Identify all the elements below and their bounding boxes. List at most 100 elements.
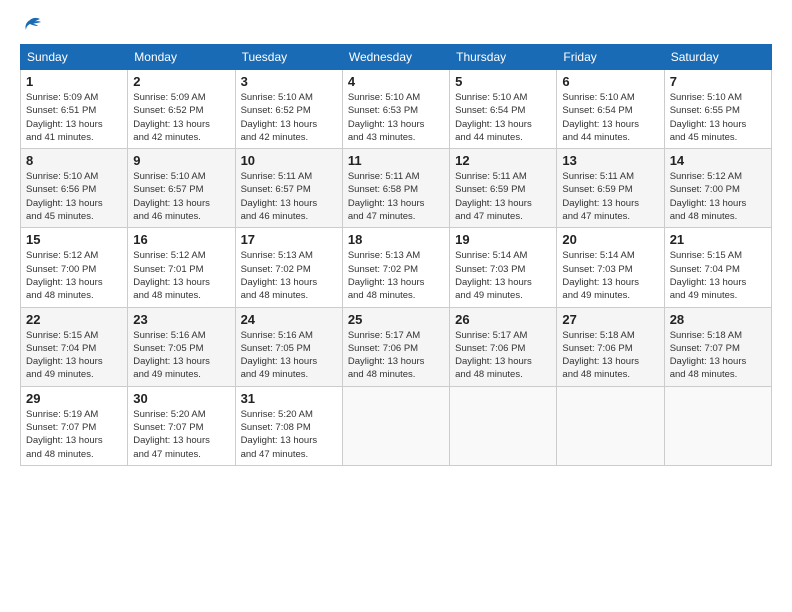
cell-date: 27: [562, 312, 658, 327]
calendar-week-3: 15 Sunrise: 5:12 AM Sunset: 7:00 PM Dayli…: [21, 228, 772, 307]
cell-info: Sunrise: 5:09 AM Sunset: 6:51 PM Dayligh…: [26, 91, 122, 144]
cell-info: Sunrise: 5:13 AM Sunset: 7:02 PM Dayligh…: [348, 249, 444, 302]
calendar-cell: 23 Sunrise: 5:16 AM Sunset: 7:05 PM Dayli…: [128, 307, 235, 386]
cell-date: 12: [455, 153, 551, 168]
cell-date: 7: [670, 74, 766, 89]
cell-date: 3: [241, 74, 337, 89]
cell-info: Sunrise: 5:09 AM Sunset: 6:52 PM Dayligh…: [133, 91, 229, 144]
cell-date: 2: [133, 74, 229, 89]
calendar-cell: 6Sunrise: 5:10 AM Sunset: 6:54 PM Daylig…: [557, 70, 664, 149]
calendar-week-1: 1 Sunrise: 5:09 AM Sunset: 6:51 PM Daylig…: [21, 70, 772, 149]
calendar-cell: 3 Sunrise: 5:10 AM Sunset: 6:52 PM Daylig…: [235, 70, 342, 149]
cell-info: Sunrise: 5:15 AM Sunset: 7:04 PM Dayligh…: [26, 329, 122, 382]
cell-info: Sunrise: 5:20 AM Sunset: 7:08 PM Dayligh…: [241, 408, 337, 461]
cell-date: 22: [26, 312, 122, 327]
cell-info: Sunrise: 5:10 AM Sunset: 6:56 PM Dayligh…: [26, 170, 122, 223]
header: [20, 16, 772, 36]
cell-info: Sunrise: 5:11 AM Sunset: 6:59 PM Dayligh…: [455, 170, 551, 223]
cell-date: 9: [133, 153, 229, 168]
cell-info: Sunrise: 5:20 AM Sunset: 7:07 PM Dayligh…: [133, 408, 229, 461]
day-header-sunday: Sunday: [21, 45, 128, 70]
calendar-cell: 13Sunrise: 5:11 AM Sunset: 6:59 PM Dayli…: [557, 149, 664, 228]
cell-date: 26: [455, 312, 551, 327]
cell-date: 23: [133, 312, 229, 327]
calendar-cell: 4Sunrise: 5:10 AM Sunset: 6:53 PM Daylig…: [342, 70, 449, 149]
calendar-cell: 15 Sunrise: 5:12 AM Sunset: 7:00 PM Dayli…: [21, 228, 128, 307]
cell-info: Sunrise: 5:13 AM Sunset: 7:02 PM Dayligh…: [241, 249, 337, 302]
day-header-friday: Friday: [557, 45, 664, 70]
cell-info: Sunrise: 5:10 AM Sunset: 6:57 PM Dayligh…: [133, 170, 229, 223]
cell-date: 28: [670, 312, 766, 327]
cell-info: Sunrise: 5:10 AM Sunset: 6:55 PM Dayligh…: [670, 91, 766, 144]
cell-info: Sunrise: 5:12 AM Sunset: 7:00 PM Dayligh…: [670, 170, 766, 223]
cell-info: Sunrise: 5:18 AM Sunset: 7:06 PM Dayligh…: [562, 329, 658, 382]
calendar-cell: 11Sunrise: 5:11 AM Sunset: 6:58 PM Dayli…: [342, 149, 449, 228]
calendar-cell: 29 Sunrise: 5:19 AM Sunset: 7:07 PM Dayli…: [21, 386, 128, 465]
calendar-cell: 22 Sunrise: 5:15 AM Sunset: 7:04 PM Dayli…: [21, 307, 128, 386]
cell-info: Sunrise: 5:19 AM Sunset: 7:07 PM Dayligh…: [26, 408, 122, 461]
calendar-week-4: 22 Sunrise: 5:15 AM Sunset: 7:04 PM Dayli…: [21, 307, 772, 386]
day-header-thursday: Thursday: [450, 45, 557, 70]
cell-date: 5: [455, 74, 551, 89]
calendar-cell: 14Sunrise: 5:12 AM Sunset: 7:00 PM Dayli…: [664, 149, 771, 228]
cell-info: Sunrise: 5:12 AM Sunset: 7:00 PM Dayligh…: [26, 249, 122, 302]
cell-info: Sunrise: 5:11 AM Sunset: 6:57 PM Dayligh…: [241, 170, 337, 223]
logo: [20, 16, 46, 36]
cell-info: Sunrise: 5:12 AM Sunset: 7:01 PM Dayligh…: [133, 249, 229, 302]
calendar-cell: [557, 386, 664, 465]
cell-date: 19: [455, 232, 551, 247]
cell-date: 8: [26, 153, 122, 168]
cell-info: Sunrise: 5:11 AM Sunset: 6:58 PM Dayligh…: [348, 170, 444, 223]
cell-date: 15: [26, 232, 122, 247]
calendar-cell: 7 Sunrise: 5:10 AM Sunset: 6:55 PM Daylig…: [664, 70, 771, 149]
calendar-cell: [664, 386, 771, 465]
cell-info: Sunrise: 5:17 AM Sunset: 7:06 PM Dayligh…: [455, 329, 551, 382]
calendar-cell: 17 Sunrise: 5:13 AM Sunset: 7:02 PM Dayli…: [235, 228, 342, 307]
cell-info: Sunrise: 5:16 AM Sunset: 7:05 PM Dayligh…: [133, 329, 229, 382]
calendar-cell: 10 Sunrise: 5:11 AM Sunset: 6:57 PM Dayli…: [235, 149, 342, 228]
cell-date: 1: [26, 74, 122, 89]
day-header-tuesday: Tuesday: [235, 45, 342, 70]
cell-date: 30: [133, 391, 229, 406]
cell-info: Sunrise: 5:11 AM Sunset: 6:59 PM Dayligh…: [562, 170, 658, 223]
cell-info: Sunrise: 5:17 AM Sunset: 7:06 PM Dayligh…: [348, 329, 444, 382]
calendar-cell: 2 Sunrise: 5:09 AM Sunset: 6:52 PM Daylig…: [128, 70, 235, 149]
calendar-cell: [342, 386, 449, 465]
cell-info: Sunrise: 5:16 AM Sunset: 7:05 PM Dayligh…: [241, 329, 337, 382]
logo-bird-icon: [22, 16, 46, 38]
cell-date: 10: [241, 153, 337, 168]
cell-date: 24: [241, 312, 337, 327]
calendar-cell: 16Sunrise: 5:12 AM Sunset: 7:01 PM Dayli…: [128, 228, 235, 307]
calendar-cell: 8 Sunrise: 5:10 AM Sunset: 6:56 PM Daylig…: [21, 149, 128, 228]
cell-info: Sunrise: 5:10 AM Sunset: 6:53 PM Dayligh…: [348, 91, 444, 144]
cell-info: Sunrise: 5:14 AM Sunset: 7:03 PM Dayligh…: [455, 249, 551, 302]
calendar-week-2: 8 Sunrise: 5:10 AM Sunset: 6:56 PM Daylig…: [21, 149, 772, 228]
calendar-cell: 24 Sunrise: 5:16 AM Sunset: 7:05 PM Dayli…: [235, 307, 342, 386]
day-header-wednesday: Wednesday: [342, 45, 449, 70]
calendar-cell: 26 Sunrise: 5:17 AM Sunset: 7:06 PM Dayli…: [450, 307, 557, 386]
calendar-cell: 20Sunrise: 5:14 AM Sunset: 7:03 PM Dayli…: [557, 228, 664, 307]
calendar-header-row: SundayMondayTuesdayWednesdayThursdayFrid…: [21, 45, 772, 70]
calendar-cell: 27 Sunrise: 5:18 AM Sunset: 7:06 PM Dayli…: [557, 307, 664, 386]
cell-info: Sunrise: 5:10 AM Sunset: 6:54 PM Dayligh…: [455, 91, 551, 144]
cell-info: Sunrise: 5:10 AM Sunset: 6:54 PM Dayligh…: [562, 91, 658, 144]
cell-info: Sunrise: 5:10 AM Sunset: 6:52 PM Dayligh…: [241, 91, 337, 144]
cell-info: Sunrise: 5:18 AM Sunset: 7:07 PM Dayligh…: [670, 329, 766, 382]
calendar-cell: 1 Sunrise: 5:09 AM Sunset: 6:51 PM Daylig…: [21, 70, 128, 149]
calendar-cell: 9 Sunrise: 5:10 AM Sunset: 6:57 PM Daylig…: [128, 149, 235, 228]
calendar-cell: 5 Sunrise: 5:10 AM Sunset: 6:54 PM Daylig…: [450, 70, 557, 149]
calendar-cell: 25 Sunrise: 5:17 AM Sunset: 7:06 PM Dayli…: [342, 307, 449, 386]
calendar-cell: 31Sunrise: 5:20 AM Sunset: 7:08 PM Dayli…: [235, 386, 342, 465]
cell-date: 25: [348, 312, 444, 327]
cell-info: Sunrise: 5:15 AM Sunset: 7:04 PM Dayligh…: [670, 249, 766, 302]
cell-date: 17: [241, 232, 337, 247]
calendar-week-5: 29 Sunrise: 5:19 AM Sunset: 7:07 PM Dayli…: [21, 386, 772, 465]
cell-date: 29: [26, 391, 122, 406]
calendar-cell: 19 Sunrise: 5:14 AM Sunset: 7:03 PM Dayli…: [450, 228, 557, 307]
cell-date: 21: [670, 232, 766, 247]
calendar-cell: 18Sunrise: 5:13 AM Sunset: 7:02 PM Dayli…: [342, 228, 449, 307]
calendar-cell: [450, 386, 557, 465]
day-header-saturday: Saturday: [664, 45, 771, 70]
cell-info: Sunrise: 5:14 AM Sunset: 7:03 PM Dayligh…: [562, 249, 658, 302]
calendar-cell: 12 Sunrise: 5:11 AM Sunset: 6:59 PM Dayli…: [450, 149, 557, 228]
